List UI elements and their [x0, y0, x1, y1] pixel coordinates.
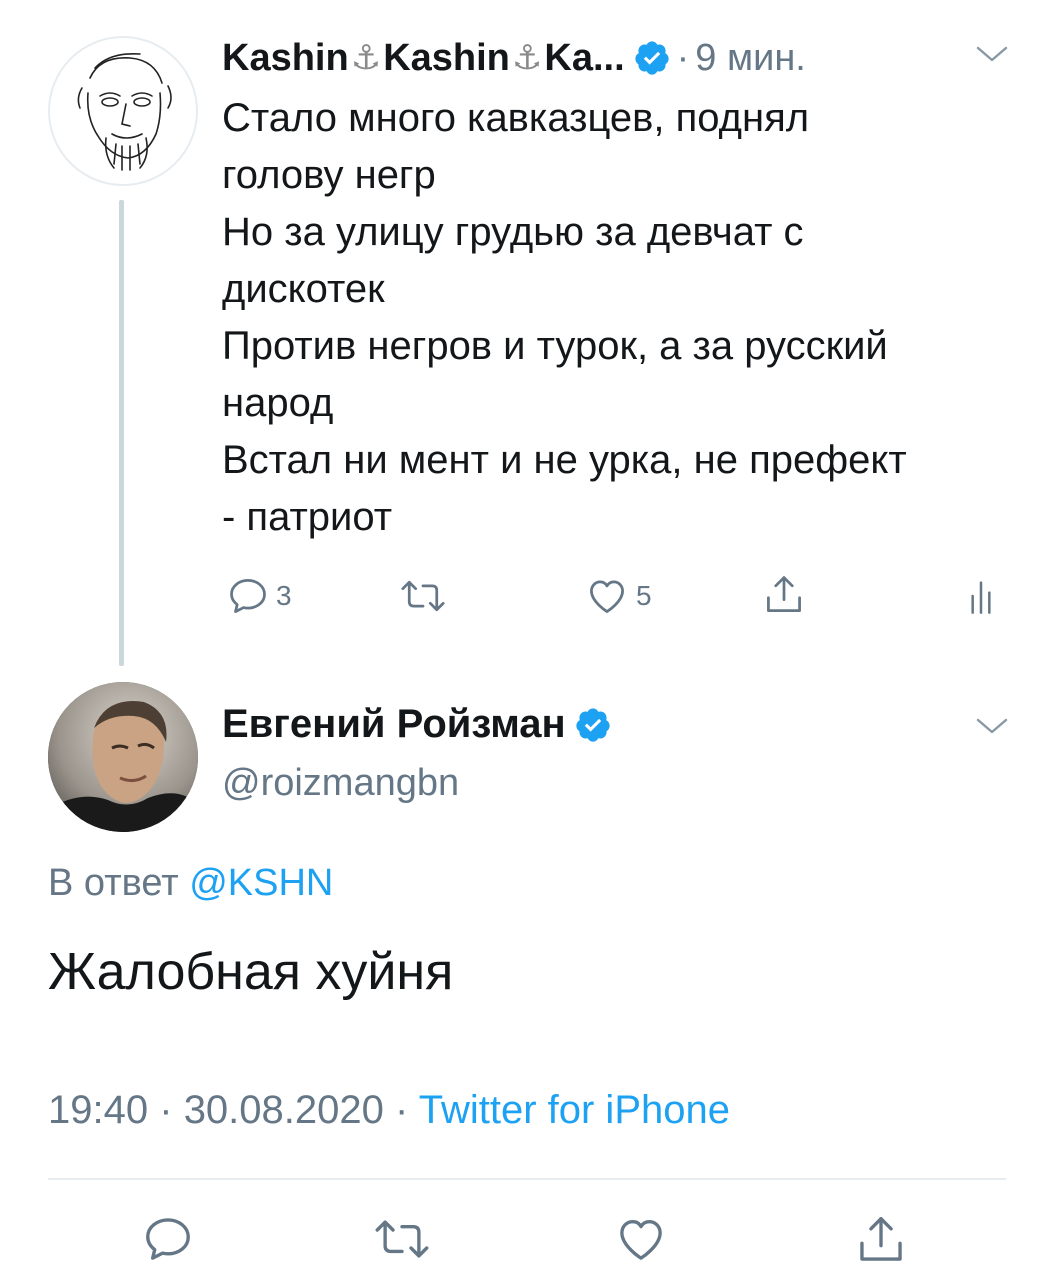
author-name-part-2[interactable]: Kashin [383, 37, 510, 80]
reply-button[interactable] [140, 1212, 196, 1266]
tweet-time[interactable]: 9 мин. [695, 37, 806, 80]
tweet-line: - патриот [222, 495, 393, 539]
tweet-line: Стало много кавказцев, поднял [222, 96, 810, 140]
stats-icon [971, 581, 991, 614]
tweet-time: 19:40 [48, 1088, 149, 1132]
anchor-emoji: ⚓ [511, 39, 543, 77]
reply-context: В ответ @KSHN [48, 862, 333, 905]
meta-dot: · [676, 36, 690, 79]
retweet-button[interactable] [398, 574, 448, 618]
chevron-down-icon[interactable] [975, 44, 1009, 64]
retweet-icon [401, 580, 445, 612]
reply-count: 3 [276, 580, 292, 611]
sketch-portrait [77, 52, 172, 171]
share-icon [860, 1217, 902, 1261]
tweet-line: Встал ни мент и не урка, не префект [222, 438, 907, 482]
like-icon [620, 1219, 662, 1260]
thread-line [119, 200, 124, 666]
like-button[interactable]: 5 [584, 574, 652, 618]
author-handle[interactable]: @roizmangbn [222, 762, 459, 805]
anchor-emoji: ⚓ [350, 39, 382, 77]
like-button[interactable] [612, 1212, 670, 1266]
meta-separator: · [395, 1088, 409, 1132]
reply-icon [230, 579, 266, 613]
meta-separator: · [159, 1088, 173, 1132]
retweet-button[interactable] [370, 1212, 434, 1266]
tweet1-text: Стало много кавказцев, поднял голову нег… [222, 90, 1022, 546]
avatar-roizman[interactable] [48, 682, 198, 832]
tweet1-header: Kashin ⚓ Kashin ⚓ Ka... · 9 мин. [222, 32, 806, 84]
tweet-line: народ [222, 381, 334, 425]
reply-prefix: В ответ [48, 862, 179, 904]
verified-icon [633, 39, 671, 77]
share-button[interactable] [762, 572, 806, 618]
reply-handle-link[interactable]: @KSHN [189, 862, 333, 904]
like-icon [590, 580, 624, 613]
tweet2-text: Жалобная хуйня [48, 943, 454, 1001]
tweet-line: Против негров и турок, а за русский [222, 324, 888, 368]
author-name-roizman[interactable]: Евгений Ройзман [222, 702, 612, 747]
chevron-down-icon[interactable] [975, 716, 1009, 736]
profile-photo [48, 682, 198, 832]
share-button[interactable] [854, 1212, 908, 1268]
reply-button[interactable]: 3 [226, 574, 292, 618]
tweet-date: 30.08.2020 [183, 1088, 384, 1132]
reply-icon [146, 1218, 190, 1260]
avatar-kashin[interactable] [48, 36, 198, 186]
tweet-line: Но за улицу грудью за девчат с [222, 210, 804, 254]
tweet-line: дискотек [222, 267, 385, 311]
divider [48, 1178, 1006, 1180]
author-name[interactable]: Евгений Ройзман [222, 702, 566, 747]
like-count: 5 [636, 580, 652, 611]
author-name-part-1[interactable]: Kashin [222, 37, 349, 80]
tweet-source-link[interactable]: Twitter for iPhone [419, 1088, 730, 1132]
share-icon [767, 576, 801, 612]
tweet-line: голову негр [222, 153, 436, 197]
retweet-icon [375, 1220, 429, 1258]
author-name-part-3[interactable]: Ka... [544, 37, 624, 80]
tweet-timestamp: 19:40 · 30.08.2020 · Twitter for iPhone [48, 1088, 730, 1133]
verified-icon [574, 706, 612, 744]
analytics-button[interactable] [966, 576, 996, 616]
